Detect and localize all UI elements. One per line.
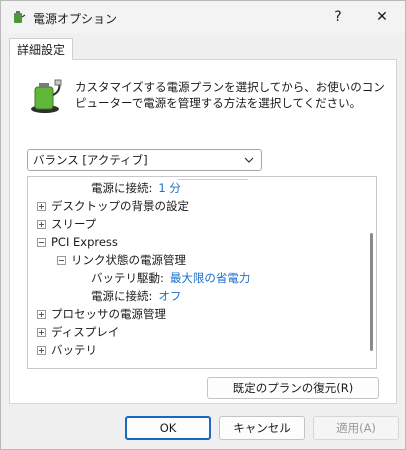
power-plan-select[interactable]: バランス [アクティブ] bbox=[27, 149, 262, 171]
power-options-icon bbox=[14, 11, 26, 23]
apply-button[interactable]: 適用(A) bbox=[313, 416, 399, 440]
expand-icon[interactable] bbox=[37, 201, 46, 211]
power-plan-selected: バランス [アクティブ] bbox=[33, 153, 148, 167]
tree-item-value[interactable]: オフ bbox=[158, 288, 181, 304]
title-bar: 電源オプション ? ✕ bbox=[1, 1, 405, 33]
close-button[interactable]: ✕ bbox=[359, 1, 405, 33]
tree-item-label: ディスプレイ bbox=[51, 325, 120, 339]
tree-item-display[interactable]: ディスプレイ bbox=[28, 323, 358, 341]
tree-item-label: PCI Express bbox=[51, 235, 118, 249]
battery-plug-icon bbox=[31, 79, 62, 113]
expand-icon[interactable] bbox=[37, 219, 46, 229]
settings-tree[interactable]: 電源に接続: 1 分 デスクトップの背景の設定 スリープ PCI Express… bbox=[27, 176, 377, 369]
tree-item-link-state-power[interactable]: リンク状態の電源管理 bbox=[28, 251, 358, 269]
tree-item-on-battery[interactable]: バッテリ駆動: 最大限の省電力 bbox=[28, 269, 358, 287]
tree-item-processor-power[interactable]: プロセッサの電源管理 bbox=[28, 305, 358, 323]
expand-icon[interactable] bbox=[37, 345, 46, 355]
expand-icon[interactable] bbox=[37, 327, 46, 337]
window-title: 電源オプション bbox=[33, 12, 118, 26]
tree-item-battery[interactable]: バッテリ bbox=[28, 341, 358, 359]
tree-item-plugged-in-setting[interactable]: 電源に接続: 1 分 bbox=[28, 179, 358, 197]
tree-item-label: デスクトップの背景の設定 bbox=[51, 199, 189, 213]
tree-scrollbar[interactable] bbox=[370, 233, 373, 351]
collapse-icon[interactable] bbox=[37, 237, 46, 247]
tree-item-value[interactable]: 最大限の省電力 bbox=[170, 270, 251, 286]
tree-item-label: バッテリ bbox=[51, 343, 97, 357]
collapse-icon[interactable] bbox=[57, 255, 66, 265]
tree-item-label: プロセッサの電源管理 bbox=[51, 307, 166, 321]
ok-button[interactable]: OK bbox=[125, 416, 211, 440]
expand-icon[interactable] bbox=[37, 309, 46, 319]
tree-item-sleep[interactable]: スリープ bbox=[28, 215, 358, 233]
help-button[interactable]: ? bbox=[315, 1, 361, 33]
tree-item-label: 電源に接続: bbox=[91, 289, 153, 303]
chevron-down-icon bbox=[244, 157, 254, 163]
tree-item-value[interactable]: 1 分 bbox=[158, 180, 180, 196]
tree-item-pci-express[interactable]: PCI Express bbox=[28, 233, 358, 251]
cancel-button[interactable]: キャンセル bbox=[219, 416, 305, 440]
tree-item-label: 電源に接続: bbox=[91, 181, 153, 195]
description-text: カスタマイズする電源プランを選択してから、お使いのコンピューターで電源を管理する… bbox=[75, 80, 385, 110]
tree-item-desktop-background[interactable]: デスクトップの背景の設定 bbox=[28, 197, 358, 215]
tree-item-plugged-in[interactable]: 電源に接続: オフ bbox=[28, 287, 358, 305]
tree-item-label: バッテリ駆動: bbox=[91, 271, 164, 285]
restore-defaults-button[interactable]: 既定のプランの復元(R) bbox=[207, 377, 379, 399]
tree-item-label: リンク状態の電源管理 bbox=[71, 253, 186, 267]
tab-advanced-settings[interactable]: 詳細設定 bbox=[9, 38, 73, 60]
tree-item-label: スリープ bbox=[51, 217, 97, 231]
power-options-dialog: 電源オプション ? ✕ 詳細設定 カスタマイズする電源プランを選択してから、お使… bbox=[0, 0, 406, 450]
